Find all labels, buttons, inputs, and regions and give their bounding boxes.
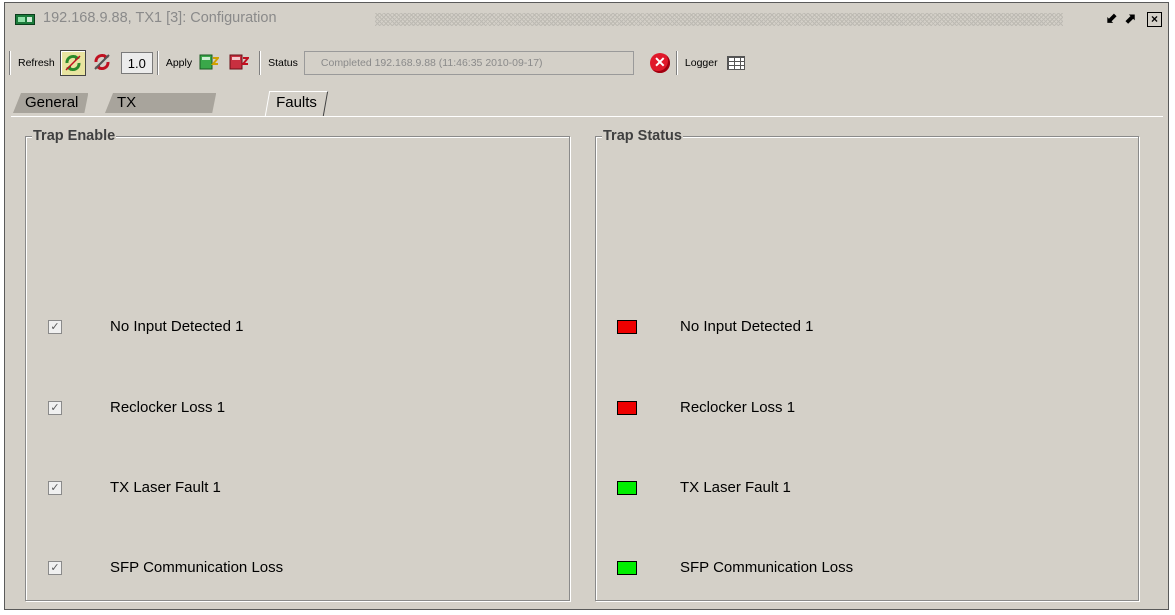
tab-faults[interactable]: Faults xyxy=(264,91,329,116)
tab-tx-configuration[interactable]: TX Configuration xyxy=(105,93,216,113)
trap-status-label: TX Laser Fault 1 xyxy=(680,479,791,496)
status-label: Status xyxy=(268,57,298,69)
toolbar-separator xyxy=(259,51,262,75)
tab-label: General xyxy=(25,94,79,111)
trap-enable-row: ✓ SFP Communication Loss xyxy=(26,558,569,578)
trap-status-title: Trap Status xyxy=(602,128,683,144)
close-icon[interactable]: × xyxy=(1147,12,1162,27)
tab-general[interactable]: General xyxy=(13,93,88,113)
tab-label: TX Configuration xyxy=(117,94,207,131)
toolbar-separator xyxy=(675,51,678,75)
trap-enable-label: Reclocker Loss 1 xyxy=(110,399,226,416)
trap-status-row: TX Laser Fault 1 xyxy=(596,478,1138,498)
trap-status-row: SFP Communication Loss xyxy=(596,558,1138,578)
trap-enable-row: ✓ Reclocker Loss 1 xyxy=(26,398,569,418)
configuration-window: 192.168.9.88, TX1 [3]: Configuration ⬋ ⬈… xyxy=(4,2,1169,610)
status-field: Completed 192.168.9.88 (11:46:35 2010-09… xyxy=(303,51,634,75)
trap-status-row: No Input Detected 1 xyxy=(596,317,1138,337)
logger-table-icon[interactable] xyxy=(726,56,745,70)
tab-label: Faults xyxy=(276,94,317,111)
trap-enable-checkbox[interactable]: ✓ xyxy=(48,561,62,575)
title-bar[interactable]: 192.168.9.88, TX1 [3]: Configuration ⬋ ⬈… xyxy=(5,3,1168,35)
refresh-label[interactable]: Refresh xyxy=(18,57,55,69)
trap-enable-panel: Trap Enable ✓ No Input Detected 1 ✓ Recl… xyxy=(25,128,570,601)
status-led-icon xyxy=(617,561,637,575)
apply-label[interactable]: Apply xyxy=(166,57,192,69)
refresh-interval-field[interactable]: 1.0 xyxy=(120,52,153,74)
trap-enable-label: TX Laser Fault 1 xyxy=(110,479,221,496)
window-title: 192.168.9.88, TX1 [3]: Configuration xyxy=(43,10,283,26)
auto-refresh-icon[interactable] xyxy=(59,50,86,76)
apply-red-icon[interactable] xyxy=(227,50,253,76)
device-card-icon xyxy=(15,14,35,25)
maximize-icon[interactable]: ⬈ xyxy=(1122,11,1139,26)
minimize-icon[interactable]: ⬋ xyxy=(1103,11,1120,26)
trap-enable-checkbox[interactable]: ✓ xyxy=(48,401,62,415)
status-led-icon xyxy=(617,401,637,415)
trap-status-panel: Trap Status No Input Detected 1 Reclocke… xyxy=(595,128,1139,601)
trap-enable-title: Trap Enable xyxy=(32,128,117,144)
trap-enable-row: ✓ No Input Detected 1 xyxy=(26,317,569,337)
tab-divider xyxy=(11,116,1163,117)
trap-status-label: SFP Communication Loss xyxy=(680,559,854,576)
toolbar: Refresh 1.0 Apply Status Completed 192.1… xyxy=(9,47,745,79)
stop-refresh-icon[interactable] xyxy=(90,50,116,76)
title-bar-grip xyxy=(375,13,1063,26)
status-led-icon xyxy=(617,481,637,495)
status-led-icon xyxy=(617,320,637,334)
logger-label[interactable]: Logger xyxy=(685,57,718,69)
trap-enable-checkbox[interactable]: ✓ xyxy=(48,320,62,334)
toolbar-separator xyxy=(9,51,11,75)
error-icon[interactable]: ✕ xyxy=(649,53,670,73)
trap-enable-label: SFP Communication Loss xyxy=(110,559,284,576)
trap-status-label: Reclocker Loss 1 xyxy=(680,399,796,416)
trap-enable-label: No Input Detected 1 xyxy=(110,318,244,335)
trap-status-label: No Input Detected 1 xyxy=(680,318,814,335)
toolbar-separator xyxy=(156,51,159,75)
trap-enable-checkbox[interactable]: ✓ xyxy=(48,481,62,495)
trap-enable-row: ✓ TX Laser Fault 1 xyxy=(26,478,569,498)
apply-green-icon[interactable] xyxy=(197,50,223,76)
trap-status-row: Reclocker Loss 1 xyxy=(596,398,1138,418)
